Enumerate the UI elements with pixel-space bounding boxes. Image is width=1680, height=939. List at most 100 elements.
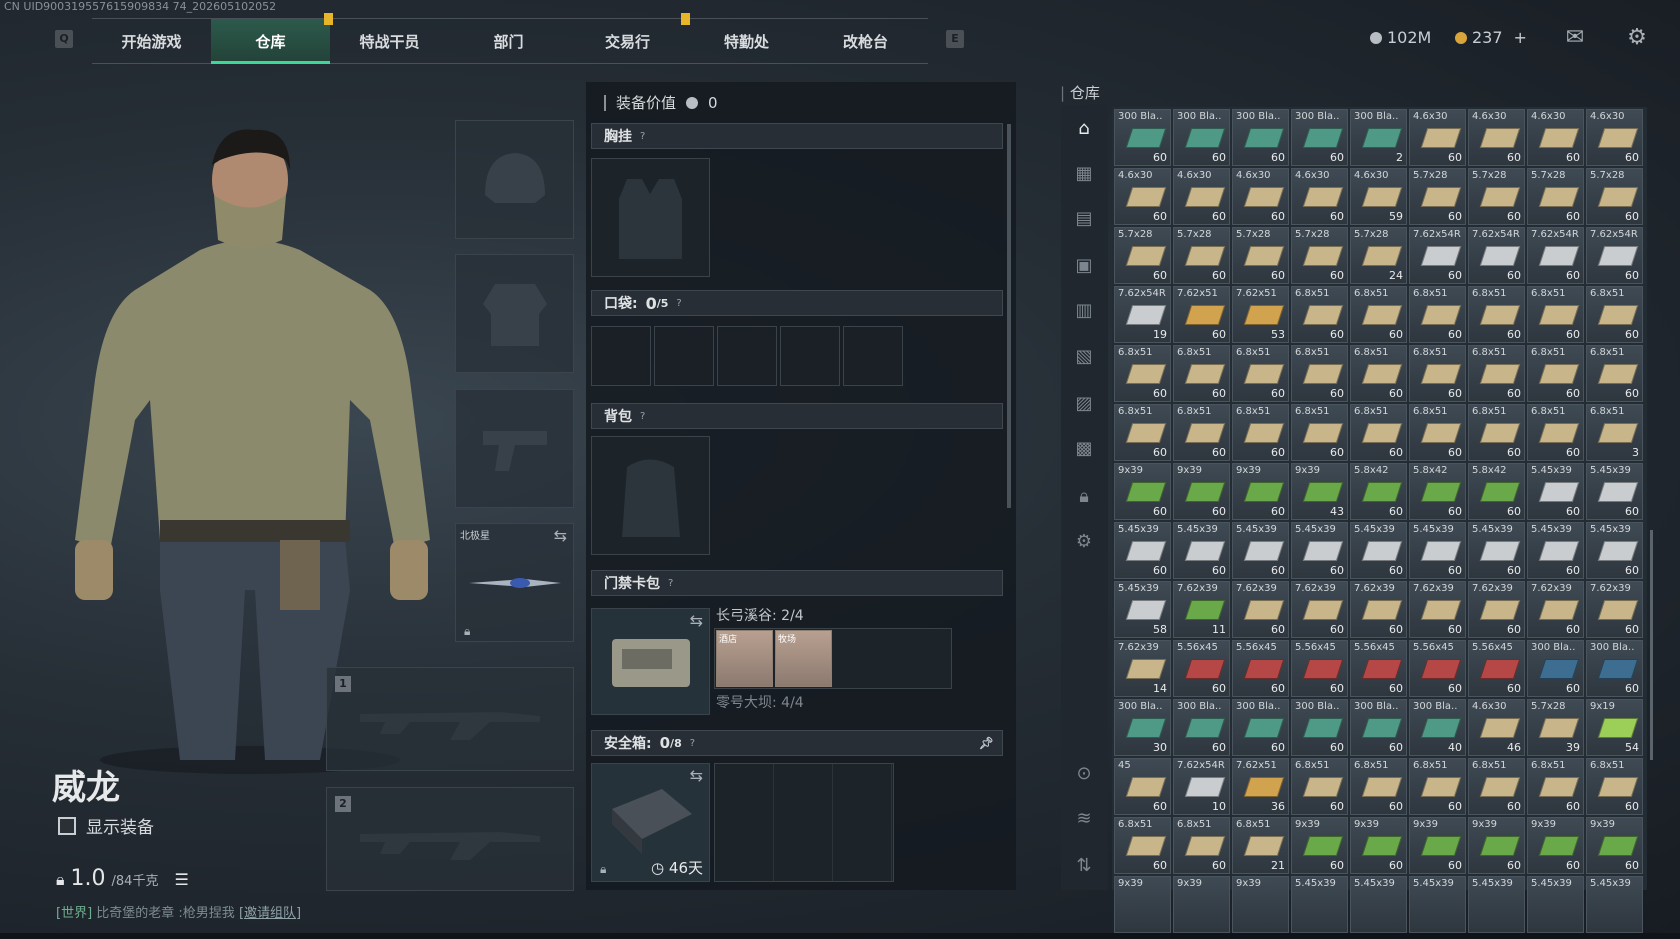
- primary-weapon-slot-1[interactable]: 1: [326, 667, 574, 771]
- inventory-item[interactable]: 5.56x45 60: [1409, 640, 1466, 697]
- inventory-item[interactable]: 7.62x39 11: [1173, 581, 1230, 638]
- help-icon[interactable]: ?: [690, 738, 695, 749]
- inventory-item[interactable]: 6.8x51 60: [1468, 758, 1525, 815]
- inventory-item[interactable]: 7.62x39 60: [1232, 581, 1289, 638]
- inventory-item[interactable]: 6.8x51 60: [1409, 404, 1466, 461]
- keycard-ranch[interactable]: 牧场: [775, 630, 832, 687]
- inventory-item[interactable]: 9x39 60: [1232, 463, 1289, 520]
- inventory-item[interactable]: 300 Bla.. 60: [1114, 109, 1171, 166]
- help-icon[interactable]: ?: [668, 578, 673, 589]
- safebox-grid[interactable]: [714, 763, 894, 882]
- inventory-item[interactable]: 6.8x51 60: [1527, 345, 1584, 402]
- inventory-item[interactable]: 9x19 54: [1586, 699, 1643, 756]
- inventory-item[interactable]: 300 Bla.. 60: [1232, 699, 1289, 756]
- category-keys-icon[interactable]: ▨: [1070, 390, 1098, 418]
- nav-prev-key[interactable]: Q: [55, 30, 73, 48]
- inventory-item[interactable]: 6.8x51 60: [1468, 286, 1525, 343]
- inventory-item[interactable]: 6.8x51 60: [1468, 404, 1525, 461]
- inventory-item[interactable]: 5.7x28 60: [1173, 227, 1230, 284]
- inventory-item[interactable]: 6.8x51 60: [1409, 286, 1466, 343]
- inventory-item[interactable]: 5.45x39 60: [1586, 463, 1643, 520]
- inventory-item[interactable]: 5.56x45 60: [1468, 640, 1525, 697]
- gear-icon[interactable]: ⚙: [1070, 528, 1098, 556]
- category-ammo-icon[interactable]: ▦: [1070, 160, 1098, 188]
- inventory-item[interactable]: 9x39 60: [1350, 817, 1407, 874]
- inventory-item[interactable]: 5.7x28 60: [1114, 227, 1171, 284]
- inventory-item[interactable]: 9x39 60: [1468, 817, 1525, 874]
- inventory-item[interactable]: 300 Bla.. 60: [1232, 109, 1289, 166]
- inventory-item[interactable]: 5.45x39 60: [1527, 522, 1584, 579]
- inventory-item[interactable]: 4.6x30 60: [1409, 109, 1466, 166]
- lock-icon[interactable]: 🔒︎: [1070, 483, 1098, 511]
- category-gear-icon[interactable]: ▣: [1070, 252, 1098, 280]
- inventory-item[interactable]: 300 Bla.. 2: [1350, 109, 1407, 166]
- inventory-item[interactable]: 6.8x51 60: [1409, 758, 1466, 815]
- gear-icon[interactable]: ⚙: [1624, 27, 1650, 49]
- inventory-item[interactable]: 5.7x28 60: [1468, 168, 1525, 225]
- inventory-item[interactable]: 5.45x39 60: [1291, 522, 1348, 579]
- inventory-item[interactable]: 5.45x39: [1409, 876, 1466, 933]
- help-icon[interactable]: ?: [640, 131, 645, 142]
- inventory-item[interactable]: 5.45x39 60: [1527, 463, 1584, 520]
- inventory-item[interactable]: 6.8x51 60: [1114, 345, 1171, 402]
- inventory-item[interactable]: 7.62x54R 19: [1114, 286, 1171, 343]
- inventory-item[interactable]: 6.8x51 60: [1527, 404, 1584, 461]
- inventory-item[interactable]: 7.62x51 60: [1173, 286, 1230, 343]
- inventory-item[interactable]: 45 60: [1114, 758, 1171, 815]
- inventory-item[interactable]: 4.6x30 60: [1232, 168, 1289, 225]
- inventory-item[interactable]: 5.7x28 60: [1586, 168, 1643, 225]
- inventory-item[interactable]: 4.6x30 60: [1468, 109, 1525, 166]
- chest-rig-slot[interactable]: [591, 158, 710, 277]
- inventory-item[interactable]: 6.8x51 60: [1350, 345, 1407, 402]
- inventory-item[interactable]: 5.7x28 39: [1527, 699, 1584, 756]
- inventory-item[interactable]: 5.45x39 58: [1114, 581, 1171, 638]
- pocket-slot[interactable]: [843, 326, 903, 386]
- inventory-item[interactable]: 9x39 60: [1291, 817, 1348, 874]
- inventory-item[interactable]: 300 Bla.. 30: [1114, 699, 1171, 756]
- inventory-item[interactable]: 7.62x39 60: [1586, 581, 1643, 638]
- inventory-item[interactable]: 4.6x30 60: [1173, 168, 1230, 225]
- inventory-item[interactable]: 6.8x51 60: [1409, 345, 1466, 402]
- inventory-item[interactable]: 9x39 60: [1114, 463, 1171, 520]
- inventory-item[interactable]: 6.8x51 60: [1291, 758, 1348, 815]
- inventory-item[interactable]: 5.45x39 60: [1173, 522, 1230, 579]
- inventory-item[interactable]: 4.6x30 59: [1350, 168, 1407, 225]
- gold-currency[interactable]: 237 +: [1455, 28, 1527, 47]
- equipment-scrollbar[interactable]: [1007, 124, 1011, 508]
- inventory-item[interactable]: 5.8x42 60: [1468, 463, 1525, 520]
- inventory-item[interactable]: 5.45x39 60: [1114, 522, 1171, 579]
- inventory-item[interactable]: 5.56x45 60: [1232, 640, 1289, 697]
- inventory-item[interactable]: 7.62x54R 60: [1468, 227, 1525, 284]
- inventory-item[interactable]: 9x39: [1232, 876, 1289, 933]
- inventory-item[interactable]: 6.8x51 60: [1468, 345, 1525, 402]
- inventory-item[interactable]: 300 Bla.. 60: [1586, 640, 1643, 697]
- help-icon[interactable]: ?: [676, 298, 681, 309]
- pocket-slot[interactable]: [654, 326, 714, 386]
- inventory-item[interactable]: 5.56x45 60: [1350, 640, 1407, 697]
- nav-next-key[interactable]: E: [946, 30, 964, 48]
- inventory-item[interactable]: 9x39 43: [1291, 463, 1348, 520]
- tab-department[interactable]: 部门: [449, 19, 568, 63]
- show-equipment-toggle[interactable]: 显示装备: [58, 813, 154, 838]
- inventory-item[interactable]: 7.62x39 60: [1350, 581, 1407, 638]
- tab-operators[interactable]: 特战干员: [324, 13, 449, 63]
- armor-slot[interactable]: [455, 254, 574, 373]
- inventory-item[interactable]: 6.8x51 60: [1291, 404, 1348, 461]
- inventory-item[interactable]: 6.8x51 60: [1173, 817, 1230, 874]
- pin-icon[interactable]: 📌︎: [979, 736, 994, 750]
- inventory-item[interactable]: 7.62x54R 60: [1409, 227, 1466, 284]
- primary-weapon-slot-2[interactable]: 2: [326, 787, 574, 891]
- tab-gunsmith[interactable]: 改枪台: [806, 19, 925, 63]
- inventory-item[interactable]: 6.8x51 60: [1173, 345, 1230, 402]
- tab-special-ops[interactable]: 特勤处: [681, 13, 806, 63]
- inventory-item[interactable]: 7.62x39 60: [1527, 581, 1584, 638]
- mail-icon[interactable]: ✉: [1562, 27, 1588, 49]
- tab-trading[interactable]: 交易行: [568, 19, 687, 63]
- inventory-item[interactable]: 9x39 60: [1409, 817, 1466, 874]
- inventory-item[interactable]: 5.56x45 60: [1173, 640, 1230, 697]
- inventory-item[interactable]: 6.8x51 60: [1527, 286, 1584, 343]
- inventory-item[interactable]: 6.8x51 60: [1291, 345, 1348, 402]
- pocket-slot[interactable]: [591, 326, 651, 386]
- safebox-slot[interactable]: ⇆ 🔒︎ ◷ 46天: [591, 763, 710, 882]
- inventory-item[interactable]: 5.7x28 60: [1232, 227, 1289, 284]
